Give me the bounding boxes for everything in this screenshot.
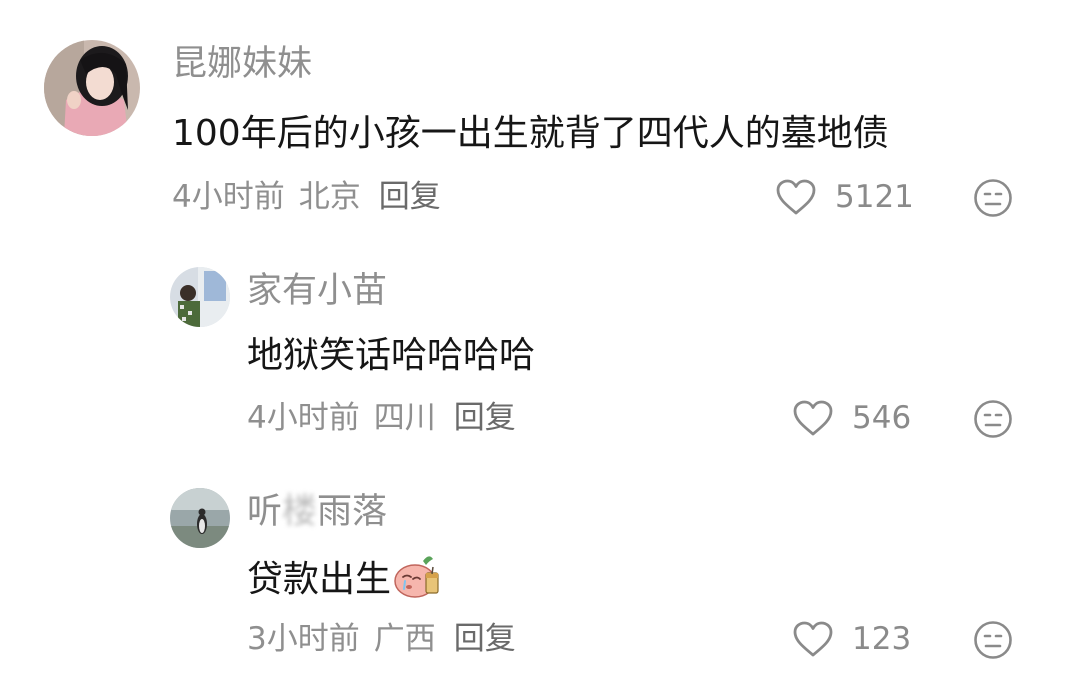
avatar[interactable]: [170, 488, 230, 548]
like-button[interactable]: 5121: [775, 177, 914, 217]
heart-outline-icon: [775, 178, 817, 216]
location: 北京: [298, 179, 361, 215]
comment-text: 地狱笑话哈哈哈哈: [247, 335, 536, 376]
username-suffix: 雨落: [317, 492, 388, 532]
crying-peach-sticker: [393, 553, 443, 599]
like-count: 546: [852, 400, 912, 436]
reply-button[interactable]: 回复: [454, 400, 516, 436]
neutral-face-icon[interactable]: [973, 178, 1013, 218]
like-count: 5121: [835, 179, 914, 215]
location: 广西: [373, 621, 436, 657]
like-count: 123: [852, 621, 912, 657]
username[interactable]: 家有小苗: [247, 269, 387, 313]
timestamp: 4小时前: [247, 400, 360, 436]
like-button[interactable]: 123: [792, 619, 911, 659]
avatar[interactable]: [44, 40, 140, 136]
comment-meta: 4小时前 北京 回复: [172, 177, 455, 217]
heart-outline-icon: [792, 399, 834, 437]
neutral-face-icon[interactable]: [973, 399, 1013, 439]
comment-text: 贷款出生: [247, 553, 443, 604]
comment-meta: 3小时前 广西 回复: [247, 619, 530, 659]
username-prefix: 听: [247, 492, 283, 532]
timestamp: 4小时前: [172, 179, 285, 215]
avatar[interactable]: [170, 267, 230, 327]
reply-button[interactable]: 回复: [454, 621, 516, 657]
timestamp: 3小时前: [247, 621, 360, 657]
comment-text-content: 贷款出生: [247, 559, 392, 600]
reply-button[interactable]: 回复: [379, 179, 441, 215]
heart-outline-icon: [792, 620, 834, 658]
username[interactable]: 昆娜妹妹: [172, 42, 312, 86]
location: 四川: [373, 400, 436, 436]
username[interactable]: 听楼雨落: [247, 490, 387, 534]
comment-meta: 4小时前 四川 回复: [247, 398, 530, 438]
like-button[interactable]: 546: [792, 398, 911, 438]
username-obscured: 楼: [282, 492, 318, 532]
comment-text: 100年后的小孩一出生就背了四代人的墓地债: [172, 113, 889, 154]
neutral-face-icon[interactable]: [973, 620, 1013, 660]
